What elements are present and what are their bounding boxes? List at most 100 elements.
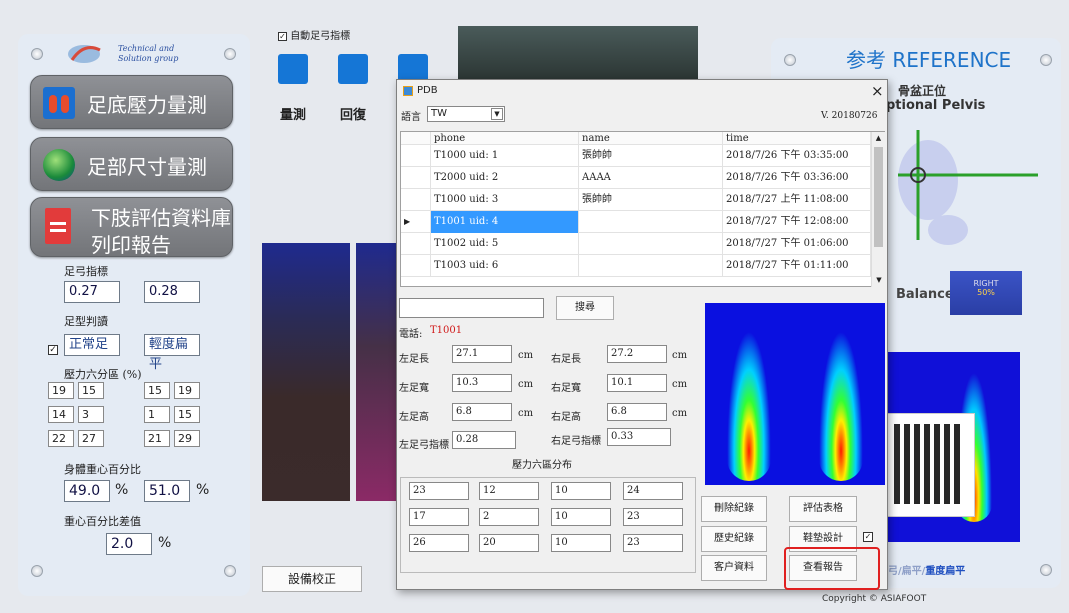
table-header: phone name time xyxy=(401,132,871,145)
cog-right-value: 51.0 xyxy=(144,480,190,502)
col-time[interactable]: time xyxy=(723,132,871,145)
highlight-frame xyxy=(784,547,880,590)
report-label: 列印報告 xyxy=(91,233,171,257)
left-width-field[interactable]: 10.3 xyxy=(452,374,512,392)
row-pointer-icon: ▶ xyxy=(401,211,431,233)
arch-left-value: 0.27 xyxy=(64,281,120,303)
globe-icon xyxy=(43,149,75,181)
search-button[interactable]: 搜尋 xyxy=(556,296,614,320)
close-icon[interactable]: × xyxy=(871,82,884,100)
qr-code xyxy=(883,413,975,517)
pressure-cell: 26 xyxy=(409,534,469,552)
cell-time: 2018/7/26 下午 03:35:00 xyxy=(723,145,871,167)
record-table: phone name time T1000 uid: 1 張帥帥 2018/7/… xyxy=(400,131,885,287)
foot-pressure-button[interactable]: 足底壓力量測 xyxy=(30,75,233,129)
cog-left-value: 49.0 xyxy=(64,480,110,502)
right-arch-field[interactable]: 0.33 xyxy=(607,428,671,446)
table-row[interactable]: T2000 uid: 2 AAAA 2018/7/26 下午 03:36:00 xyxy=(401,167,871,189)
unit-label: cm xyxy=(518,379,534,390)
search-input[interactable] xyxy=(399,298,544,318)
pressure-cell: 10 xyxy=(551,534,611,552)
pelvis-label: 骨盆正位 xyxy=(898,84,947,98)
language-select[interactable]: TW ▼ xyxy=(427,106,505,122)
right-length-label: 右足長 xyxy=(551,354,581,365)
col-phone[interactable]: phone xyxy=(431,132,579,145)
database-report-button[interactable]: 下肢評估資料庫 列印報告 xyxy=(30,197,233,257)
pressure-cell: 15 xyxy=(144,382,170,399)
cell-time: 2018/7/27 下午 01:06:00 xyxy=(723,233,871,255)
measure-icon[interactable] xyxy=(278,54,308,84)
restore-icon[interactable] xyxy=(338,54,368,84)
pressure-cell: 20 xyxy=(479,534,539,552)
pressure-cell: 29 xyxy=(174,430,200,447)
scroll-thumb[interactable] xyxy=(874,147,883,247)
screw-icon xyxy=(784,54,796,66)
table-row[interactable]: T1003 uid: 6 2018/7/27 下午 01:11:00 xyxy=(401,255,871,277)
calibrate-button[interactable]: 設備校正 xyxy=(262,566,362,592)
table-row[interactable]: T1000 uid: 3 張帥帥 2018/7/27 上午 11:08:00 xyxy=(401,189,871,211)
evaluation-table-button[interactable]: 評估表格 xyxy=(789,496,857,522)
history-button[interactable]: 歷史紀錄 xyxy=(701,526,767,552)
left-arch-field[interactable]: 0.28 xyxy=(452,431,516,449)
pressure-cell: 27 xyxy=(78,430,104,447)
left-height-field[interactable]: 6.8 xyxy=(452,403,512,421)
table-row[interactable]: T1000 uid: 1 張帥帥 2018/7/26 下午 03:35:00 xyxy=(401,145,871,167)
insole-design-checkbox[interactable]: ✓ xyxy=(863,532,873,542)
foot-size-button[interactable]: 足部尺寸量測 xyxy=(30,137,233,191)
dialog-title: PDB xyxy=(417,85,438,96)
right-width-label: 右足寬 xyxy=(551,383,581,394)
customer-data-button[interactable]: 客户資料 xyxy=(701,555,767,581)
table-row[interactable]: T1002 uid: 5 2018/7/27 下午 01:06:00 xyxy=(401,233,871,255)
arch-index-label: 足弓指標 xyxy=(64,265,108,278)
unit-label: cm xyxy=(518,408,534,419)
cell-name: AAAA xyxy=(579,167,723,189)
pressure-cell: 1 xyxy=(144,406,170,423)
right-height-label: 右足高 xyxy=(551,412,581,423)
auto-arch-checkbox[interactable]: ✓ 自動足弓指標 xyxy=(278,27,350,42)
cog-diff-unit: % xyxy=(158,535,172,551)
cell-name xyxy=(579,211,723,233)
right-badge-value: 50% xyxy=(977,288,995,297)
right-length-field[interactable]: 27.2 xyxy=(607,345,667,363)
cell-name: 張帥帥 xyxy=(579,189,723,211)
delete-record-button[interactable]: 刪除紀錄 xyxy=(701,496,767,522)
table-row-selected[interactable]: ▶ T1001 uid: 4 2018/7/27 下午 12:08:00 xyxy=(401,211,871,233)
foot-size-label: 足部尺寸量測 xyxy=(87,155,207,179)
logo-text-2: Solution group xyxy=(118,54,179,63)
foot-type-left-value: 正常足 xyxy=(64,334,120,356)
foot-type-checkbox[interactable]: ✓ xyxy=(48,345,58,355)
table-scrollbar[interactable]: ▲ ▼ xyxy=(871,132,885,287)
unit-label: cm xyxy=(672,408,688,419)
chevron-down-icon: ▼ xyxy=(491,108,503,120)
arch-right-value: 0.28 xyxy=(144,281,200,303)
left-height-label: 左足高 xyxy=(399,412,429,423)
foot-3d-preview xyxy=(458,26,698,82)
pressure-cell: 12 xyxy=(479,482,539,500)
restore-label: 回復 xyxy=(340,108,367,123)
logo: Technical and Solution group xyxy=(66,40,186,70)
scroll-down-icon[interactable]: ▼ xyxy=(872,274,886,287)
auto-arch-label: 自動足弓指標 xyxy=(290,31,351,42)
scroll-up-icon[interactable]: ▲ xyxy=(872,132,885,145)
pressure-grid: 19 15 15 19 14 3 1 15 22 27 21 29 xyxy=(48,382,208,452)
left-length-field[interactable]: 27.1 xyxy=(452,345,512,363)
pressure-cell: 3 xyxy=(78,406,104,423)
pressure-cell: 15 xyxy=(174,406,200,423)
screw-icon xyxy=(224,48,236,60)
left-width-label: 左足寬 xyxy=(399,383,429,394)
cell-phone: T2000 uid: 2 xyxy=(431,167,579,189)
right-height-field[interactable]: 6.8 xyxy=(607,403,667,421)
cog-label: 身體重心百分比 xyxy=(64,463,141,476)
language-label: 語言 xyxy=(401,112,421,123)
left-arch-label: 左足弓指標 xyxy=(399,440,449,451)
foot-type-right-value: 輕度扁平 xyxy=(144,334,200,372)
screw-icon xyxy=(224,565,236,577)
right-width-field[interactable]: 10.1 xyxy=(607,374,667,392)
cell-time: 2018/7/27 上午 11:08:00 xyxy=(723,189,871,211)
copyright: Copyright © ASIAFOOT xyxy=(822,594,927,604)
col-name[interactable]: name xyxy=(579,132,723,145)
cell-name xyxy=(579,233,723,255)
screw-icon xyxy=(1040,564,1052,576)
cell-time: 2018/7/26 下午 03:36:00 xyxy=(723,167,871,189)
cell-phone: T1002 uid: 5 xyxy=(431,233,579,255)
